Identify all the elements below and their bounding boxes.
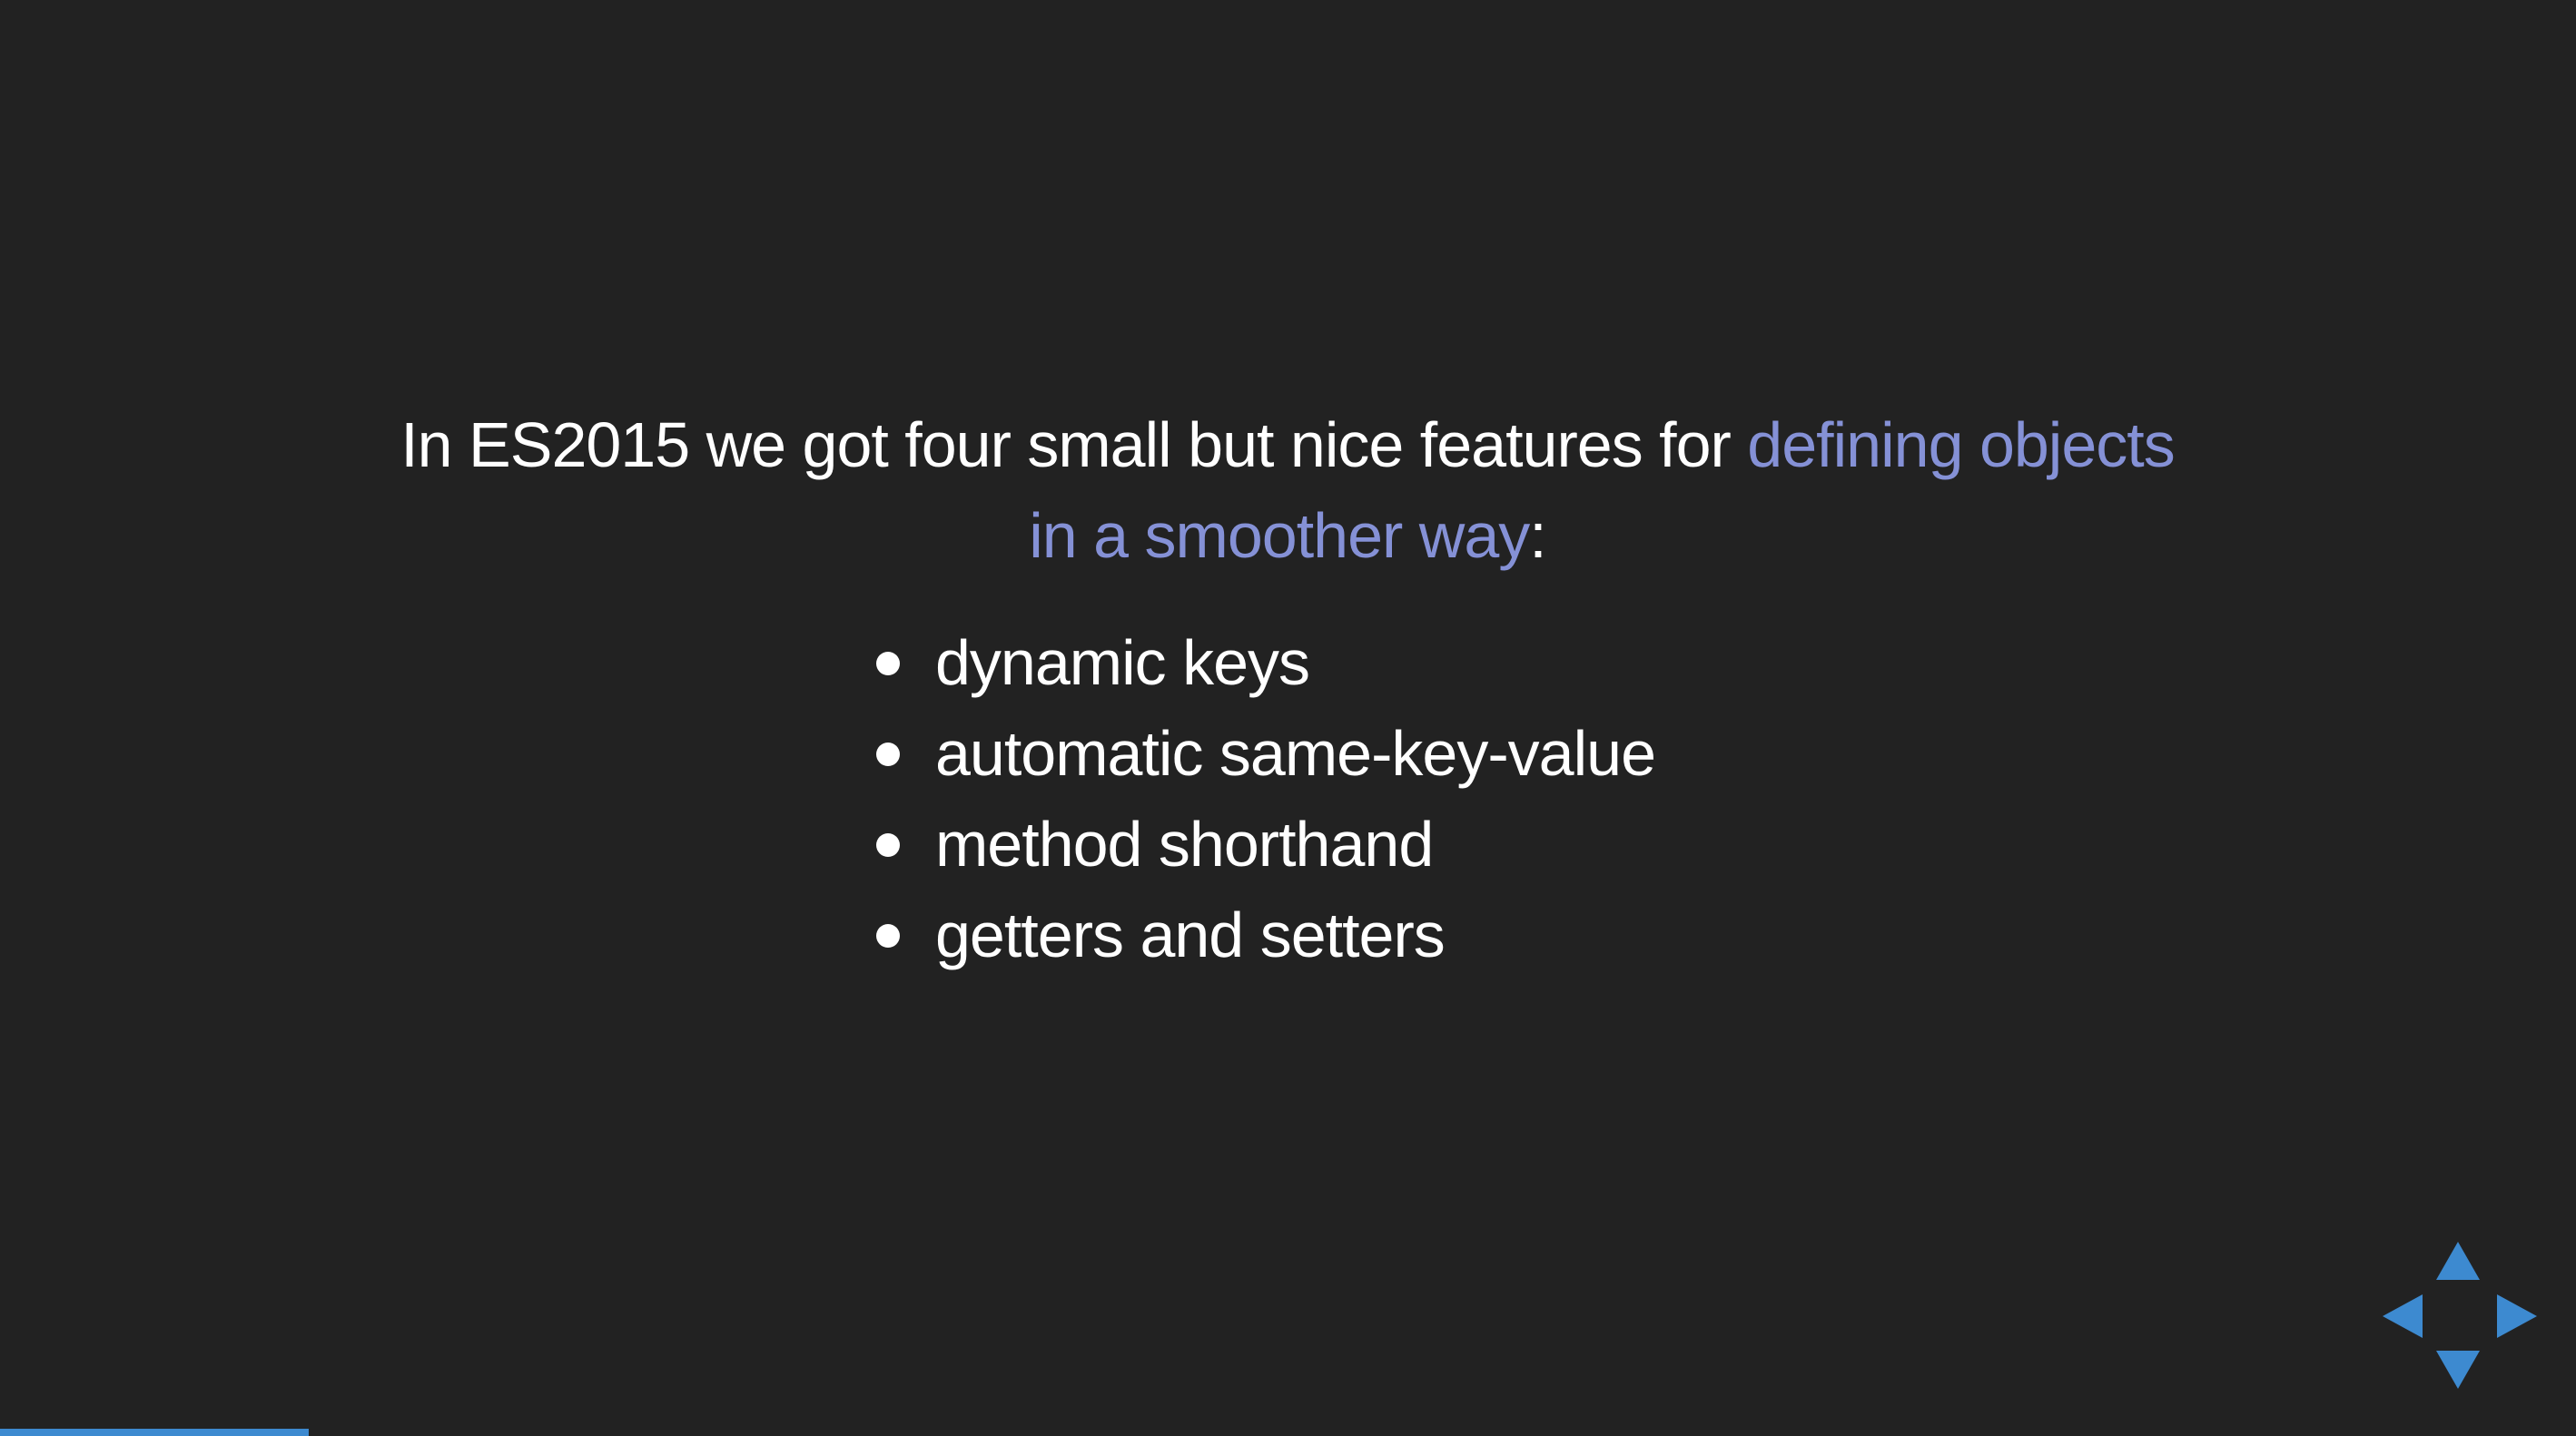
list-item: dynamic keys bbox=[876, 617, 1655, 708]
navigation-controls bbox=[2379, 1234, 2542, 1398]
presentation-slide: In ES2015 we got four small but nice fea… bbox=[0, 0, 2576, 1436]
left-arrow-icon[interactable] bbox=[2383, 1294, 2423, 1338]
list-item: getters and setters bbox=[876, 890, 1655, 980]
progress-bar-fill bbox=[0, 1429, 310, 1436]
list-item-label: automatic same-key-value bbox=[935, 718, 1656, 789]
right-arrow-icon[interactable] bbox=[2497, 1294, 2537, 1338]
bullet-icon bbox=[876, 743, 900, 766]
list-item-label: method shorthand bbox=[935, 809, 1434, 880]
list-item-label: dynamic keys bbox=[935, 627, 1310, 698]
progress-bar bbox=[0, 1429, 2576, 1436]
bullet-icon bbox=[876, 833, 900, 857]
bullet-icon bbox=[876, 652, 900, 675]
list-item: method shorthand bbox=[876, 799, 1655, 890]
up-arrow-icon[interactable] bbox=[2436, 1242, 2480, 1280]
intro-prefix: In ES2015 we got four small but nice fea… bbox=[400, 409, 1748, 480]
down-arrow-icon[interactable] bbox=[2436, 1351, 2480, 1389]
feature-list: dynamic keys automatic same-key-value me… bbox=[876, 617, 1656, 980]
intro-suffix: : bbox=[1529, 500, 1546, 571]
intro-text: In ES2015 we got four small but nice fea… bbox=[380, 399, 2196, 581]
list-item-label: getters and setters bbox=[935, 900, 1446, 970]
list-item: automatic same-key-value bbox=[876, 708, 1656, 799]
bullet-icon bbox=[876, 924, 900, 948]
